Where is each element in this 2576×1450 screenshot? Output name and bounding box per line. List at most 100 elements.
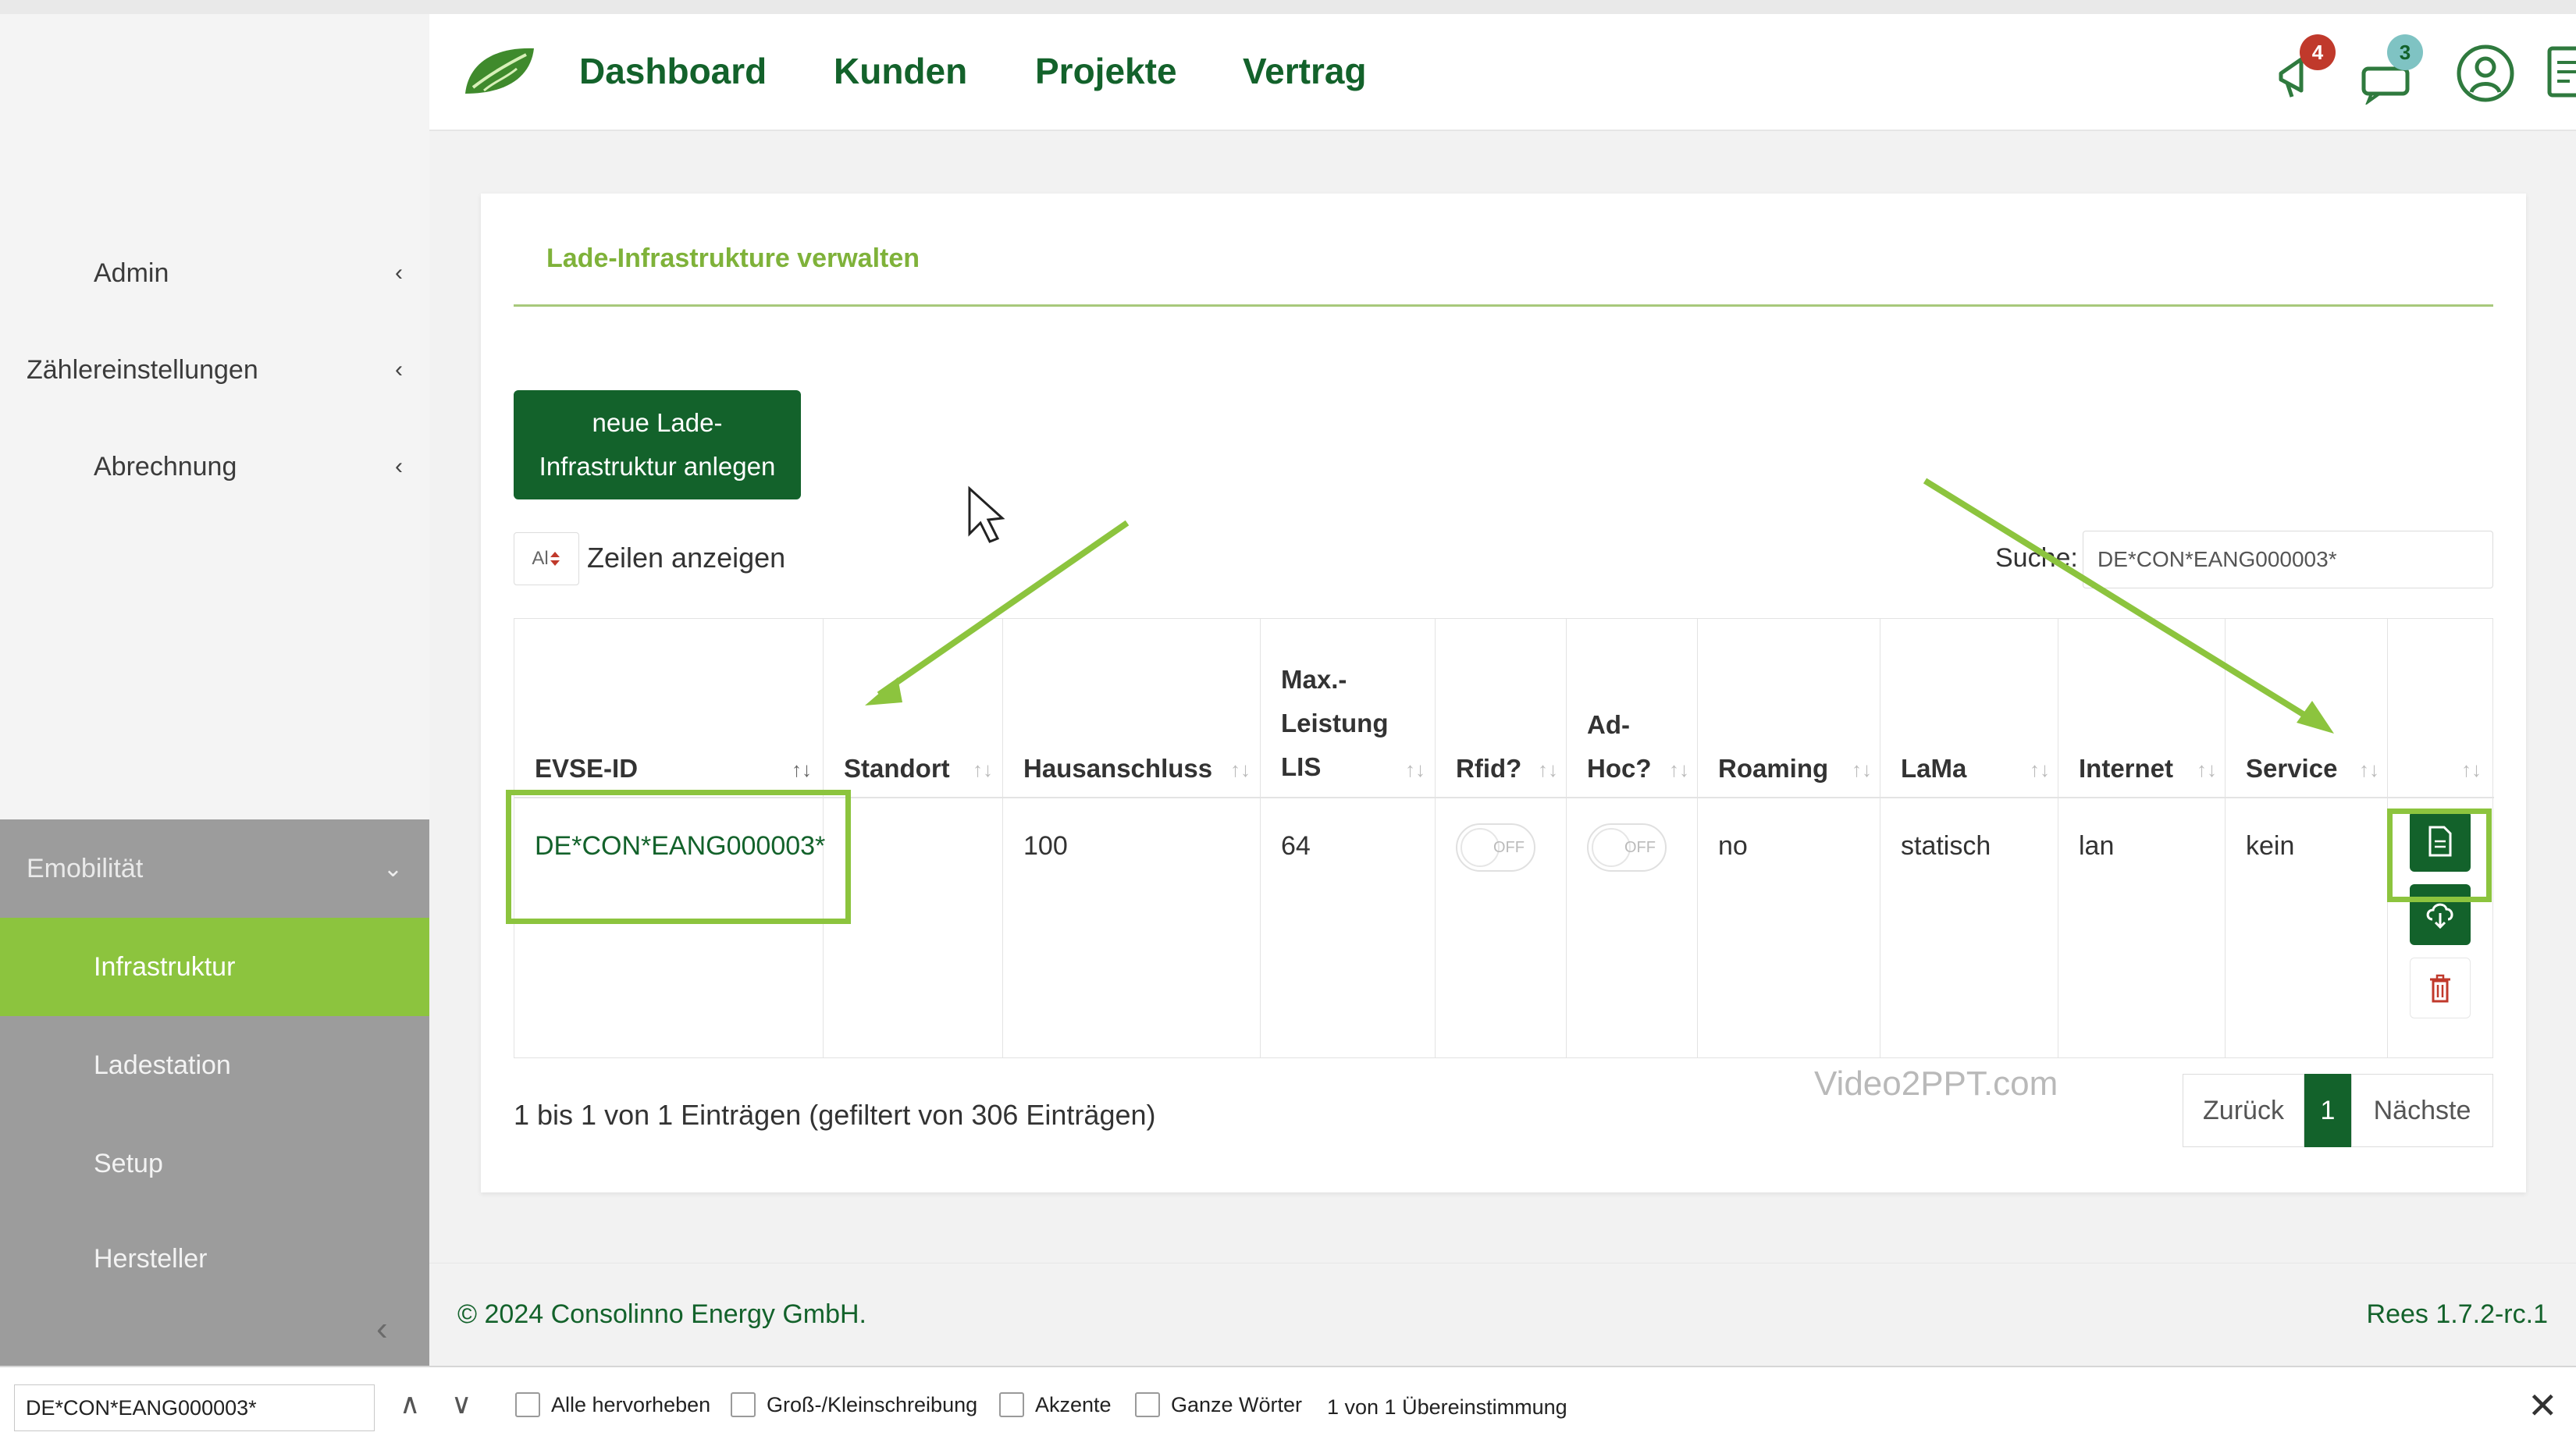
sidebar-item-label: Setup bbox=[94, 1148, 163, 1178]
match-case-option[interactable]: Groß-/Kleinschreibung bbox=[731, 1392, 977, 1417]
sort-icon[interactable]: ↑↓ bbox=[1669, 758, 1689, 782]
adhoc-toggle[interactable]: OFF bbox=[1587, 823, 1667, 872]
pagination-current-page[interactable]: 1 bbox=[2304, 1074, 2351, 1147]
find-match-count: 1 von 1 Übereinstimmung bbox=[1327, 1395, 1567, 1419]
column-max-leistung: Max.- Leistung LIS ↑↓ 64 bbox=[1261, 619, 1436, 1057]
browser-tab-strip bbox=[0, 0, 2576, 15]
checkbox[interactable] bbox=[731, 1392, 756, 1417]
column-roaming: Roaming ↑↓ no bbox=[1698, 619, 1880, 1057]
match-diacritics-option[interactable]: Akzente bbox=[999, 1392, 1112, 1417]
nav-projekte[interactable]: Projekte bbox=[1035, 50, 1177, 92]
option-label: Alle hervorheben bbox=[551, 1392, 711, 1416]
evse-highlight-box bbox=[506, 790, 851, 924]
column-hausanschluss: Hausanschluss ↑↓ 100 bbox=[1003, 619, 1261, 1057]
chevron-left-icon: ‹ bbox=[395, 357, 403, 382]
header-adhoc[interactable]: Ad- Hoc? bbox=[1587, 703, 1652, 791]
sort-icon[interactable]: ↑↓ bbox=[1230, 758, 1251, 782]
notifications-button[interactable]: 4 bbox=[2270, 34, 2336, 105]
browser-find-bar: ∧ ∨ Alle hervorheben Groß-/Kleinschreibu… bbox=[0, 1366, 2576, 1450]
sidebar-item-label: Infrastruktur bbox=[94, 951, 236, 982]
rows-length-value: Al bbox=[532, 548, 549, 569]
option-label: Ganze Wörter bbox=[1171, 1392, 1303, 1416]
sort-icon[interactable]: ↑↓ bbox=[1405, 758, 1425, 782]
header-hausanschluss[interactable]: Hausanschluss bbox=[1023, 747, 1212, 791]
checkbox[interactable] bbox=[999, 1392, 1024, 1417]
sidebar-item-ladestation[interactable]: Ladestation bbox=[0, 1016, 429, 1114]
header-standort[interactable]: Standort bbox=[844, 747, 950, 791]
sort-icon[interactable]: ↑↓ bbox=[2359, 758, 2379, 782]
new-infrastructure-button[interactable]: neue Lade- Infrastruktur anlegen bbox=[514, 390, 801, 499]
sort-icon[interactable]: ↑↓ bbox=[1538, 758, 1558, 782]
close-icon[interactable]: ✕ bbox=[2528, 1384, 2558, 1427]
header-internet[interactable]: Internet bbox=[2079, 747, 2173, 791]
rfid-toggle[interactable]: OFF bbox=[1456, 823, 1535, 872]
app-version: Rees 1.7.2-rc.1 bbox=[2366, 1299, 2548, 1329]
search-label: Suche: bbox=[1995, 543, 2078, 573]
nav-kunden[interactable]: Kunden bbox=[834, 50, 967, 92]
sidebar-item-label: Hersteller bbox=[94, 1244, 208, 1274]
rows-length-select[interactable]: Al bbox=[514, 532, 579, 585]
sidebar-item-label: Ladestation bbox=[94, 1050, 231, 1080]
trash-icon bbox=[2430, 974, 2450, 1003]
sidebar-item-setup[interactable]: Setup bbox=[0, 1114, 429, 1213]
sidebar-item-admin[interactable]: Admin ‹ bbox=[0, 225, 429, 322]
sidebar-item-zaehlereinstellungen[interactable]: Zählereinstellungen ‹ bbox=[0, 322, 429, 418]
user-icon bbox=[2457, 44, 2514, 102]
find-previous-button[interactable]: ∧ bbox=[400, 1388, 420, 1420]
checkbox[interactable] bbox=[1135, 1392, 1160, 1417]
sidebar-item-infrastruktur[interactable]: Infrastruktur bbox=[0, 918, 429, 1016]
sort-icon[interactable]: ↑↓ bbox=[2030, 758, 2050, 782]
notifications-count-badge: 4 bbox=[2300, 34, 2336, 70]
cell-lama: statisch bbox=[1901, 831, 1991, 861]
column-service: Service ↑↓ kein bbox=[2226, 619, 2388, 1057]
column-internet: Internet ↑↓ lan bbox=[2058, 619, 2226, 1057]
checkbox[interactable] bbox=[515, 1392, 540, 1417]
footer: © 2024 Consolinno Energy GmbH. Rees 1.7.… bbox=[429, 1263, 2576, 1366]
header-evse-id[interactable]: EVSE-ID bbox=[535, 747, 638, 791]
pagination-next[interactable]: Nächste bbox=[2351, 1074, 2493, 1147]
header-line: Hoc? bbox=[1587, 754, 1652, 783]
sidebar-item-label: Abrechnung bbox=[94, 451, 237, 482]
sort-icon[interactable]: ↑↓ bbox=[792, 758, 812, 782]
sidebar-collapse-icon[interactable]: ‹ bbox=[376, 1310, 388, 1349]
option-label: Groß-/Kleinschreibung bbox=[767, 1392, 978, 1416]
header-max-leistung[interactable]: Max.- Leistung LIS bbox=[1281, 658, 1389, 789]
messages-button[interactable]: 3 bbox=[2357, 34, 2423, 106]
documents-button[interactable] bbox=[2537, 42, 2576, 105]
search-input[interactable] bbox=[2083, 531, 2493, 588]
header-roaming[interactable]: Roaming bbox=[1718, 747, 1828, 791]
header-service[interactable]: Service bbox=[2246, 747, 2337, 791]
delete-button[interactable] bbox=[2410, 958, 2471, 1018]
sort-icon[interactable]: ↑↓ bbox=[2197, 758, 2217, 782]
pagination-prev[interactable]: Zurück bbox=[2183, 1074, 2304, 1147]
user-profile-button[interactable] bbox=[2454, 42, 2517, 105]
find-input[interactable] bbox=[14, 1384, 375, 1431]
messages-count-badge: 3 bbox=[2387, 34, 2423, 70]
sidebar-item-abrechnung[interactable]: Abrechnung ‹ bbox=[0, 418, 429, 515]
cell-max-leistung: 64 bbox=[1281, 831, 1311, 861]
header-lama[interactable]: LaMa bbox=[1901, 747, 1966, 791]
find-next-button[interactable]: ∨ bbox=[451, 1388, 471, 1420]
sidebar: Admin ‹ Zählereinstellungen ‹ Abrechnung… bbox=[0, 14, 429, 1366]
whole-words-option[interactable]: Ganze Wörter bbox=[1135, 1392, 1302, 1417]
sidebar-item-hersteller[interactable]: Hersteller bbox=[0, 1213, 429, 1366]
column-rfid: Rfid? ↑↓ OFF bbox=[1436, 619, 1567, 1057]
header-line: Leistung bbox=[1281, 709, 1389, 737]
top-navigation: Dashboard Kunden Projekte Vertrag 4 3 bbox=[429, 14, 2576, 131]
rows-length-label: Zeilen anzeigen bbox=[587, 542, 786, 574]
title-divider bbox=[514, 304, 2493, 307]
watermark: Video2PPT.com bbox=[1814, 1064, 2058, 1103]
highlight-all-option[interactable]: Alle hervorheben bbox=[515, 1392, 710, 1417]
nav-vertrag[interactable]: Vertrag bbox=[1243, 50, 1367, 92]
column-adhoc: Ad- Hoc? ↑↓ OFF bbox=[1567, 619, 1698, 1057]
document-icon bbox=[2547, 46, 2576, 98]
sidebar-item-emobilitaet[interactable]: Emobilität ⌄ bbox=[0, 819, 429, 918]
header-line: LIS bbox=[1281, 752, 1322, 781]
header-rfid[interactable]: Rfid? bbox=[1456, 747, 1521, 791]
leaf-logo-icon[interactable] bbox=[461, 42, 539, 98]
sort-icon[interactable]: ↑↓ bbox=[2461, 758, 2482, 782]
sort-icon[interactable]: ↑↓ bbox=[1852, 758, 1872, 782]
nav-dashboard[interactable]: Dashboard bbox=[579, 50, 767, 92]
chevron-down-icon: ⌄ bbox=[382, 855, 403, 882]
sort-icon[interactable]: ↑↓ bbox=[973, 758, 993, 782]
